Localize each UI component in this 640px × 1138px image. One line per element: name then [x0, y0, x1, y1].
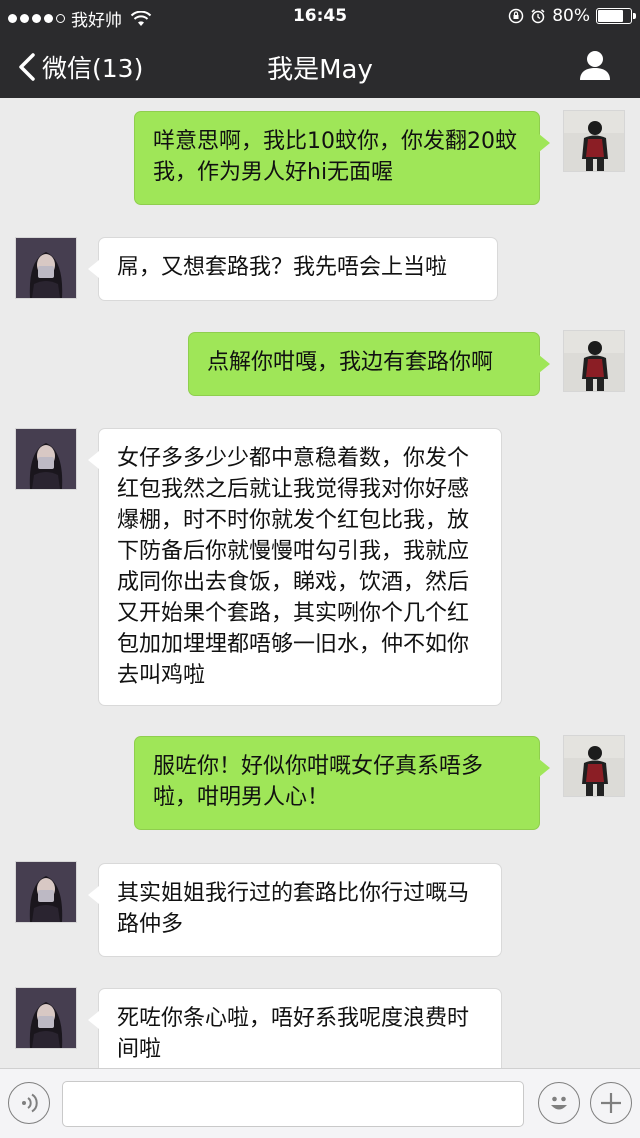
carrier-name: 我好帅	[71, 11, 122, 31]
status-bar: 我好帅 16:45 80%	[0, 0, 640, 34]
signal-dot	[20, 14, 29, 23]
bubble-tail	[539, 134, 550, 152]
status-right: 80%	[508, 6, 636, 26]
signal-strength-icon	[8, 14, 65, 23]
alarm-icon	[531, 9, 545, 24]
status-left: 我好帅	[8, 6, 152, 31]
message-bubble[interactable]: 服咗你！好似你咁嘅女仔真系唔多啦，咁明男人心！	[134, 736, 550, 830]
contact-avatar[interactable]	[15, 861, 77, 923]
signal-dot	[32, 14, 41, 23]
emoji-button[interactable]	[538, 1082, 580, 1124]
message-bubble[interactable]: 女仔多多少少都中意稳着数，你发个红包我然之后就让我觉得我对你好感爆棚，时不时你就…	[88, 428, 502, 706]
bubble-tail	[88, 451, 99, 469]
message-bubble[interactable]: 死咗你条心啦，唔好系我呢度浪费时间啦	[88, 988, 502, 1068]
wifi-icon	[130, 10, 152, 26]
bubble-tail	[539, 355, 550, 373]
more-button[interactable]	[590, 1082, 632, 1124]
message-bubble[interactable]: 咩意思啊，我比10蚊你，你发翻20蚊我，作为男人好hi无面喔	[134, 111, 550, 205]
message-text: 服咗你！好似你咁嘅女仔真系唔多啦，咁明男人心！	[153, 754, 484, 810]
message-text: 屌，又想套路我？我先唔会上当啦	[117, 255, 448, 280]
message-text: 死咗你条心啦，唔好系我呢度浪费时间啦	[117, 1006, 470, 1062]
message-text: 其实姐姐我行过的套路比你行过嘅马路仲多	[117, 881, 470, 937]
profile-icon[interactable]	[578, 48, 612, 82]
emoji-icon	[551, 1096, 567, 1110]
back-button[interactable]: 微信(13)	[18, 49, 143, 85]
bubble-tail	[539, 759, 550, 777]
my-avatar[interactable]	[563, 735, 625, 797]
orientation-lock-icon	[508, 8, 524, 24]
message-text: 点解你咁嘎，我边有套路你啊	[207, 350, 494, 375]
chat-area[interactable]: 咩意思啊，我比10蚊你，你发翻20蚊我，作为男人好hi无面喔屌，又想套路我？我先…	[0, 98, 640, 1068]
battery-tip	[633, 13, 636, 19]
my-avatar[interactable]	[563, 110, 625, 172]
message-text: 咩意思啊，我比10蚊你，你发翻20蚊我，作为男人好hi无面喔	[153, 129, 517, 185]
message-bubble[interactable]: 屌，又想套路我？我先唔会上当啦	[88, 237, 498, 301]
chevron-left-icon	[19, 53, 35, 81]
bubble-tail	[88, 886, 99, 904]
battery-percent: 80%	[552, 6, 590, 26]
signal-dot-empty	[56, 14, 65, 23]
input-bar	[0, 1068, 640, 1138]
plus-icon	[601, 1093, 621, 1113]
my-avatar[interactable]	[563, 330, 625, 392]
bubble-tail	[88, 1011, 99, 1029]
back-label: 微信(13)	[42, 54, 144, 83]
signal-dot	[8, 14, 17, 23]
contact-avatar[interactable]	[15, 428, 77, 490]
nav-bar: 微信(13) 我是May	[0, 34, 640, 98]
voice-icon	[22, 1093, 38, 1113]
voice-button[interactable]	[8, 1082, 50, 1124]
contact-avatar[interactable]	[15, 237, 77, 299]
bubble-tail	[88, 260, 99, 278]
message-bubble[interactable]: 其实姐姐我行过的套路比你行过嘅马路仲多	[88, 863, 502, 957]
battery-icon	[596, 8, 636, 24]
battery-fill	[598, 10, 624, 22]
signal-dot	[44, 14, 53, 23]
message-bubble[interactable]: 点解你咁嘎，我边有套路你啊	[188, 332, 550, 396]
message-input[interactable]	[62, 1081, 524, 1127]
contact-avatar[interactable]	[15, 987, 77, 1049]
message-text: 女仔多多少少都中意稳着数，你发个红包我然之后就让我觉得我对你好感爆棚，时不时你就…	[117, 446, 470, 688]
